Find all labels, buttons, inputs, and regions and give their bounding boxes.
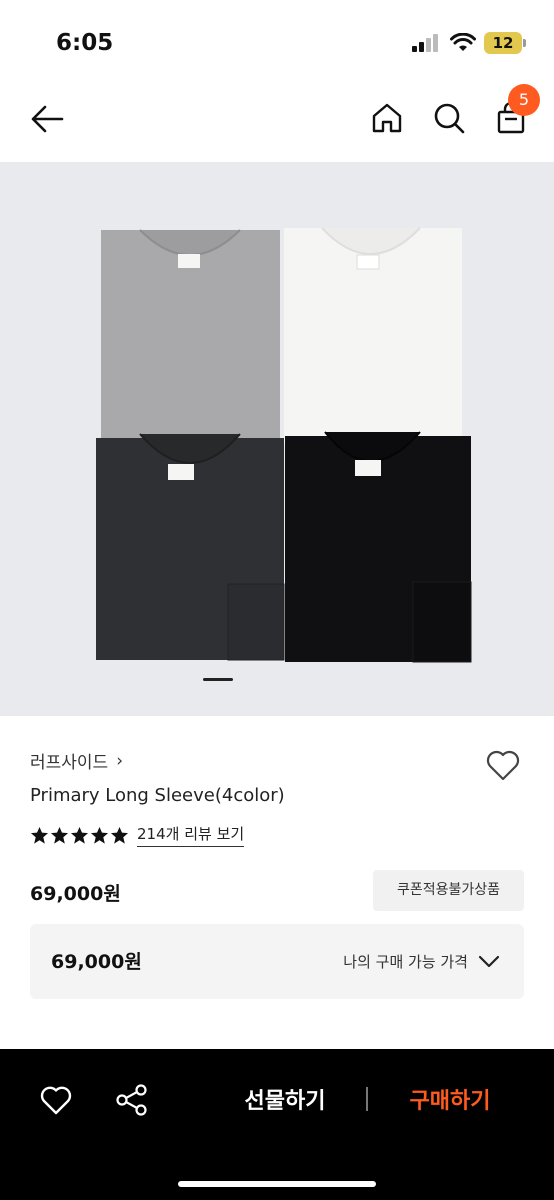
product-price: 69,000원 xyxy=(30,883,121,905)
chevron-right-icon: › xyxy=(116,750,124,771)
star-icon xyxy=(50,826,69,844)
rating-stars xyxy=(30,826,129,845)
image-pager-indicator xyxy=(203,678,233,681)
battery-indicator: 12 xyxy=(484,32,522,54)
star-icon xyxy=(30,826,49,844)
gray-shirt xyxy=(101,229,280,445)
bottom-action-bar: 선물하기 구매하기 xyxy=(0,1049,554,1200)
brand-link[interactable]: 러프사이드 › xyxy=(30,748,124,774)
status-bar: 6:05 12 xyxy=(0,0,554,80)
my-price-dropdown[interactable]: 69,000원 나의 구매 가능 가격 xyxy=(30,924,524,999)
share-icon[interactable] xyxy=(114,1082,150,1118)
back-arrow-icon[interactable] xyxy=(28,100,66,138)
rating-row: 214개 리뷰 보기 xyxy=(30,823,245,847)
review-link[interactable]: 214개 리뷰 보기 xyxy=(137,823,245,847)
product-image[interactable] xyxy=(0,162,554,716)
brand-name: 러프사이드 xyxy=(30,753,109,773)
buy-button[interactable]: 구매하기 xyxy=(390,1082,510,1120)
black-shirt xyxy=(285,431,472,663)
coupon-status-badge: 쿠폰적용불가상품 xyxy=(373,870,524,911)
star-icon xyxy=(90,826,109,844)
signal-icon xyxy=(412,34,442,52)
gift-button[interactable]: 선물하기 xyxy=(225,1082,345,1120)
white-shirt xyxy=(284,227,462,445)
button-divider xyxy=(366,1087,368,1111)
star-icon xyxy=(70,826,89,844)
chevron-down-icon xyxy=(478,955,500,968)
my-price-value: 69,000원 xyxy=(51,951,142,973)
charcoal-shirt xyxy=(96,433,285,661)
home-indicator xyxy=(178,1181,376,1187)
cart-count-badge: 5 xyxy=(508,84,540,116)
star-icon xyxy=(110,826,129,844)
status-time: 6:05 xyxy=(56,30,114,56)
heart-icon[interactable] xyxy=(38,1082,74,1118)
my-price-label: 나의 구매 가능 가격 xyxy=(343,953,468,971)
product-name: Primary Long Sleeve(4color) xyxy=(30,785,285,806)
wifi-icon xyxy=(450,33,476,51)
battery-cap xyxy=(523,39,526,47)
top-nav xyxy=(0,80,554,162)
product-image-illustration xyxy=(96,227,472,663)
search-icon[interactable] xyxy=(430,99,468,137)
heart-icon[interactable] xyxy=(484,746,522,784)
home-icon[interactable] xyxy=(368,99,406,137)
